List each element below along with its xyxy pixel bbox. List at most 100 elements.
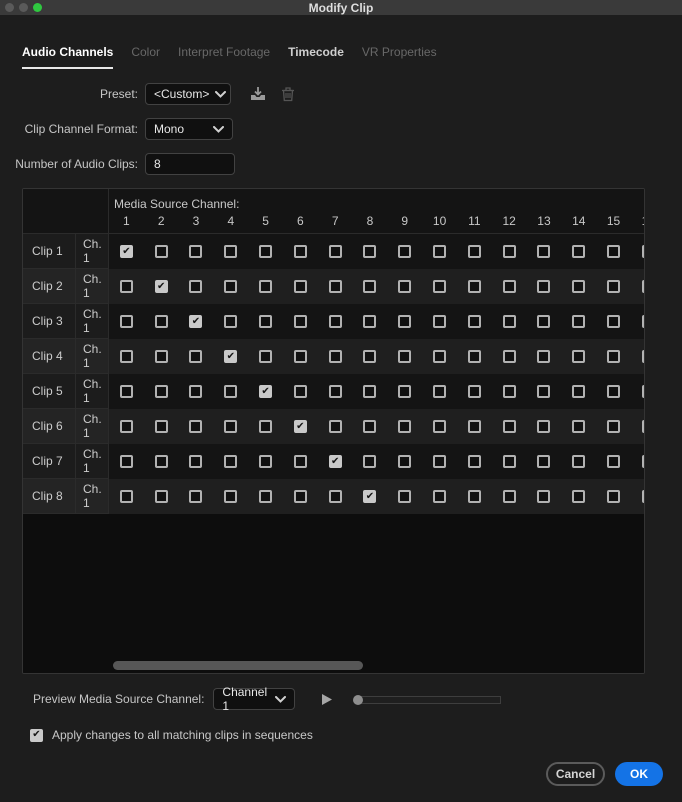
- channel-checkbox[interactable]: [607, 280, 621, 293]
- channel-checkbox[interactable]: [328, 490, 342, 503]
- channel-checkbox[interactable]: [398, 280, 412, 293]
- channel-checkbox[interactable]: [189, 490, 203, 503]
- tab-color[interactable]: Color: [131, 45, 160, 69]
- channel-checkbox[interactable]: [537, 385, 551, 398]
- channel-checkbox[interactable]: [467, 280, 481, 293]
- channel-checkbox[interactable]: [467, 385, 481, 398]
- volume-slider-knob[interactable]: [353, 694, 364, 705]
- channel-checkbox[interactable]: [119, 420, 133, 433]
- channel-checkbox[interactable]: [293, 350, 307, 363]
- channel-checkbox[interactable]: [189, 420, 203, 433]
- channel-checkbox[interactable]: [259, 245, 273, 258]
- channel-checkbox[interactable]: [433, 455, 447, 468]
- channel-checkbox[interactable]: [224, 420, 238, 433]
- number-of-audio-clips-input[interactable]: 8: [145, 153, 235, 175]
- channel-checkbox[interactable]: [154, 455, 168, 468]
- channel-checkbox[interactable]: [259, 350, 273, 363]
- channel-checkbox[interactable]: [641, 385, 644, 398]
- close-button[interactable]: [5, 3, 14, 12]
- channel-checkbox[interactable]: [363, 280, 377, 293]
- clip-channel-format-dropdown[interactable]: Mono: [145, 118, 233, 140]
- channel-checkbox[interactable]: [293, 315, 307, 328]
- channel-checkbox[interactable]: [398, 490, 412, 503]
- channel-checkbox[interactable]: [293, 420, 307, 433]
- volume-slider-track[interactable]: [356, 695, 502, 704]
- channel-checkbox[interactable]: [572, 455, 586, 468]
- channel-checkbox[interactable]: [641, 420, 644, 433]
- channel-checkbox[interactable]: [189, 385, 203, 398]
- channel-checkbox[interactable]: [502, 315, 516, 328]
- channel-checkbox[interactable]: [224, 455, 238, 468]
- channel-checkbox[interactable]: [398, 420, 412, 433]
- channel-checkbox[interactable]: [433, 315, 447, 328]
- channel-checkbox[interactable]: [259, 280, 273, 293]
- channel-checkbox[interactable]: [189, 350, 203, 363]
- channel-checkbox[interactable]: [328, 280, 342, 293]
- channel-checkbox[interactable]: [154, 490, 168, 503]
- channel-checkbox[interactable]: [363, 420, 377, 433]
- channel-checkbox[interactable]: [641, 245, 644, 258]
- preset-dropdown[interactable]: <Custom>: [145, 83, 231, 105]
- channel-checkbox[interactable]: [119, 455, 133, 468]
- play-icon[interactable]: [320, 693, 333, 706]
- channel-checkbox[interactable]: [293, 385, 307, 398]
- channel-checkbox[interactable]: [537, 315, 551, 328]
- channel-checkbox[interactable]: [259, 490, 273, 503]
- tab-timecode[interactable]: Timecode: [288, 45, 344, 69]
- channel-checkbox[interactable]: [224, 385, 238, 398]
- channel-checkbox[interactable]: [293, 455, 307, 468]
- channel-checkbox[interactable]: [502, 420, 516, 433]
- channel-checkbox[interactable]: [224, 490, 238, 503]
- channel-checkbox[interactable]: [607, 385, 621, 398]
- channel-checkbox[interactable]: [119, 385, 133, 398]
- horizontal-scrollbar[interactable]: [23, 658, 644, 673]
- channel-checkbox[interactable]: [293, 245, 307, 258]
- channel-checkbox[interactable]: [641, 455, 644, 468]
- channel-checkbox[interactable]: [607, 490, 621, 503]
- delete-preset-button[interactable]: [281, 86, 295, 102]
- tab-vr-properties[interactable]: VR Properties: [362, 45, 437, 69]
- channel-checkbox[interactable]: [328, 455, 342, 468]
- channel-checkbox[interactable]: [537, 245, 551, 258]
- preview-channel-dropdown[interactable]: Channel 1: [213, 685, 296, 713]
- channel-checkbox[interactable]: [572, 420, 586, 433]
- channel-checkbox[interactable]: [119, 245, 133, 258]
- channel-checkbox[interactable]: [119, 280, 133, 293]
- channel-checkbox[interactable]: [224, 350, 238, 363]
- channel-checkbox[interactable]: [154, 245, 168, 258]
- channel-checkbox[interactable]: [224, 280, 238, 293]
- channel-checkbox[interactable]: [224, 315, 238, 328]
- channel-checkbox[interactable]: [433, 245, 447, 258]
- channel-checkbox[interactable]: [607, 245, 621, 258]
- channel-checkbox[interactable]: [433, 420, 447, 433]
- channel-checkbox[interactable]: [154, 280, 168, 293]
- channel-checkbox[interactable]: [641, 350, 644, 363]
- channel-checkbox[interactable]: [119, 315, 133, 328]
- save-preset-button[interactable]: [249, 86, 267, 102]
- channel-checkbox[interactable]: [189, 315, 203, 328]
- channel-checkbox[interactable]: [154, 385, 168, 398]
- volume-slider[interactable]: [353, 693, 502, 706]
- channel-checkbox[interactable]: [154, 315, 168, 328]
- channel-checkbox[interactable]: [572, 315, 586, 328]
- channel-checkbox[interactable]: [259, 385, 273, 398]
- zoom-button[interactable]: [33, 3, 42, 12]
- channel-checkbox[interactable]: [502, 455, 516, 468]
- channel-checkbox[interactable]: [607, 315, 621, 328]
- channel-checkbox[interactable]: [328, 315, 342, 328]
- channel-checkbox[interactable]: [259, 420, 273, 433]
- channel-checkbox[interactable]: [363, 245, 377, 258]
- channel-checkbox[interactable]: [154, 350, 168, 363]
- channel-checkbox[interactable]: [224, 245, 238, 258]
- channel-checkbox[interactable]: [398, 455, 412, 468]
- channel-checkbox[interactable]: [572, 350, 586, 363]
- channel-checkbox[interactable]: [433, 490, 447, 503]
- channel-checkbox[interactable]: [502, 245, 516, 258]
- channel-checkbox[interactable]: [433, 280, 447, 293]
- channel-checkbox[interactable]: [537, 350, 551, 363]
- channel-checkbox[interactable]: [328, 350, 342, 363]
- channel-checkbox[interactable]: [572, 245, 586, 258]
- channel-checkbox[interactable]: [154, 420, 168, 433]
- channel-checkbox[interactable]: [502, 280, 516, 293]
- channel-checkbox[interactable]: [607, 350, 621, 363]
